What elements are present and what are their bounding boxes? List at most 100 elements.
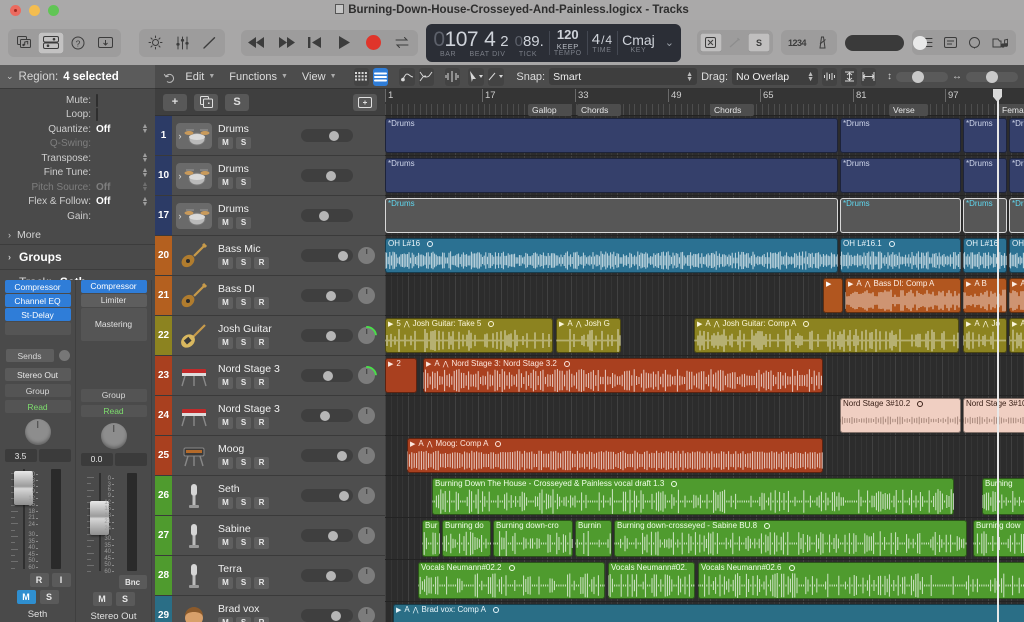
region-loop-icon[interactable] (789, 565, 795, 571)
region[interactable]: *Drums (963, 158, 1007, 193)
stepper-icon[interactable]: ▲▼ (141, 197, 150, 207)
region[interactable]: Burning Down The House - Crosseyed & Pai… (432, 478, 954, 515)
quick-help-icon[interactable]: ? (65, 32, 91, 54)
inspector-row[interactable]: Q-Swing: (0, 137, 155, 152)
lcd-time-signature[interactable]: 4 / 4 TIME (587, 24, 617, 62)
insert-slot[interactable] (5, 322, 71, 335)
track-number[interactable]: 20 (155, 236, 172, 275)
take-play-icon[interactable]: ▶ (388, 360, 393, 368)
track-header[interactable]: 21Bass DIMSR (155, 276, 385, 316)
automation-mode-button[interactable]: Read (5, 400, 71, 413)
track-number[interactable]: 26 (155, 476, 172, 515)
automation-icon[interactable] (399, 68, 414, 86)
track-name[interactable]: Drums (218, 123, 301, 135)
chevron-right-icon[interactable]: › (179, 131, 182, 141)
waveform-icon[interactable] (822, 68, 837, 86)
parameter-value[interactable]: Off (96, 124, 140, 135)
inspector-row[interactable]: Pitch Source:Off▲▼ (0, 180, 155, 195)
region[interactable]: OH L#16 (963, 238, 1007, 273)
region[interactable]: ▶A B (963, 278, 1007, 313)
track-number[interactable]: 17 (155, 196, 172, 235)
record-enable-button[interactable]: R (254, 297, 269, 309)
drag-control[interactable]: Drag: No Overlap ▲▼ (701, 68, 818, 85)
pan-knob[interactable] (101, 423, 127, 449)
marker[interactable]: Chords (710, 104, 754, 116)
track-header[interactable]: 29Brad voxMSR (155, 596, 385, 622)
drag-select[interactable]: No Overlap ▲▼ (732, 68, 818, 85)
volume-slider[interactable] (301, 489, 353, 502)
play-icon[interactable] (334, 33, 354, 53)
count-in-icon[interactable]: 1234 (784, 33, 810, 52)
smart-controls-icon[interactable] (142, 32, 168, 54)
track-lane[interactable]: OH L#16OH L#16.1OH L#16OH L# (385, 236, 1024, 276)
region[interactable]: *Drum (1009, 158, 1024, 193)
track-icon[interactable] (172, 316, 216, 355)
take-play-icon[interactable]: ▶ (697, 320, 702, 328)
track-header[interactable]: 17›DrumsMS (155, 196, 385, 236)
volume-value[interactable] (39, 449, 71, 462)
stepper-icon[interactable]: ▲▼ (141, 153, 150, 163)
region-more-disclosure[interactable]: › More (0, 226, 155, 244)
region[interactable]: OH L#16 (385, 238, 838, 273)
track-number[interactable]: 10 (155, 156, 172, 195)
track-icon[interactable] (172, 236, 216, 275)
take-play-icon[interactable]: ▶ (426, 360, 431, 368)
track-name[interactable]: Moog (218, 443, 301, 455)
take-play-icon[interactable]: ▶ (559, 320, 564, 328)
volume-slider[interactable] (301, 329, 353, 342)
volume-knob[interactable] (337, 451, 347, 461)
region[interactable]: *Drums (840, 198, 961, 233)
channel-button[interactable]: R (30, 573, 49, 587)
solo-button[interactable]: S (236, 497, 251, 509)
region[interactable]: ▶A⋀Brad vox: Comp A (393, 604, 1024, 622)
group-button[interactable]: Group (81, 389, 147, 402)
region[interactable]: Bur (422, 520, 440, 557)
track-number[interactable]: 23 (155, 356, 172, 395)
insert-slot[interactable]: St-Delay (5, 308, 71, 321)
region[interactable]: *Drums (385, 158, 838, 193)
region[interactable]: Burnin (575, 520, 612, 557)
track-lane[interactable]: *Drums*Drums*Drums*Drum (385, 156, 1024, 196)
mute-button[interactable]: M (218, 337, 233, 349)
insert-slot[interactable]: Compressor (81, 280, 147, 293)
checkbox[interactable] (96, 108, 98, 121)
inspector-row[interactable]: Loop: (0, 108, 155, 123)
track-name[interactable]: Terra (218, 563, 301, 575)
region-loop-icon[interactable] (764, 523, 770, 529)
checkbox[interactable] (96, 94, 98, 107)
region[interactable]: ▶A⋀Nord Stage 3: Nord Stage 3.2 (423, 358, 823, 393)
volume-slider[interactable] (301, 609, 353, 622)
track-number[interactable]: 28 (155, 556, 172, 595)
insert-slot[interactable]: Limiter (81, 294, 147, 307)
take-play-icon[interactable]: ▶ (1012, 320, 1017, 328)
region[interactable]: Burning do (442, 520, 491, 557)
insert-slot[interactable]: Channel EQ (5, 294, 71, 307)
region[interactable]: *Drums (840, 118, 961, 153)
volume-knob[interactable] (320, 411, 330, 421)
track-icon[interactable] (172, 556, 216, 595)
solo-button[interactable]: S (236, 417, 251, 429)
mute-button[interactable]: M (218, 137, 233, 149)
stepper-icon[interactable]: ▲▼ (141, 182, 150, 192)
volume-knob[interactable] (331, 611, 341, 621)
track-number[interactable]: 25 (155, 436, 172, 475)
take-play-icon[interactable]: ▶ (966, 280, 971, 288)
parameter-value[interactable] (96, 95, 140, 106)
track-lane[interactable]: *Drums*Drums*Drums*Drum (385, 116, 1024, 156)
lcd-key[interactable]: Cmaj KEY (617, 24, 660, 62)
region[interactable]: ▶ (823, 278, 843, 313)
region-loop-icon[interactable] (671, 481, 677, 487)
track-name[interactable]: Bass Mic (218, 243, 301, 255)
region-loop-icon[interactable] (889, 241, 895, 247)
track-group-icon[interactable]: › (176, 203, 212, 229)
track-lane[interactable]: Vocals Neumann#02.2Vocals Neumann#02.Voc… (385, 560, 1024, 602)
playhead[interactable] (997, 89, 999, 622)
solo-button[interactable]: S (236, 537, 251, 549)
volume-slider[interactable] (301, 249, 353, 262)
horizontal-zoom-slider[interactable] (966, 72, 1018, 82)
lcd-display[interactable]: 0 107 4 2 0 89. BAR BEAT DIV TICK 120 KE… (426, 24, 681, 62)
fader-area[interactable]: 03691215182124303540455060 (12, 469, 63, 569)
volume-slider[interactable] (301, 369, 353, 382)
flex-icon[interactable] (419, 68, 434, 86)
snap-control[interactable]: Snap: Smart ▲▼ (516, 68, 697, 85)
